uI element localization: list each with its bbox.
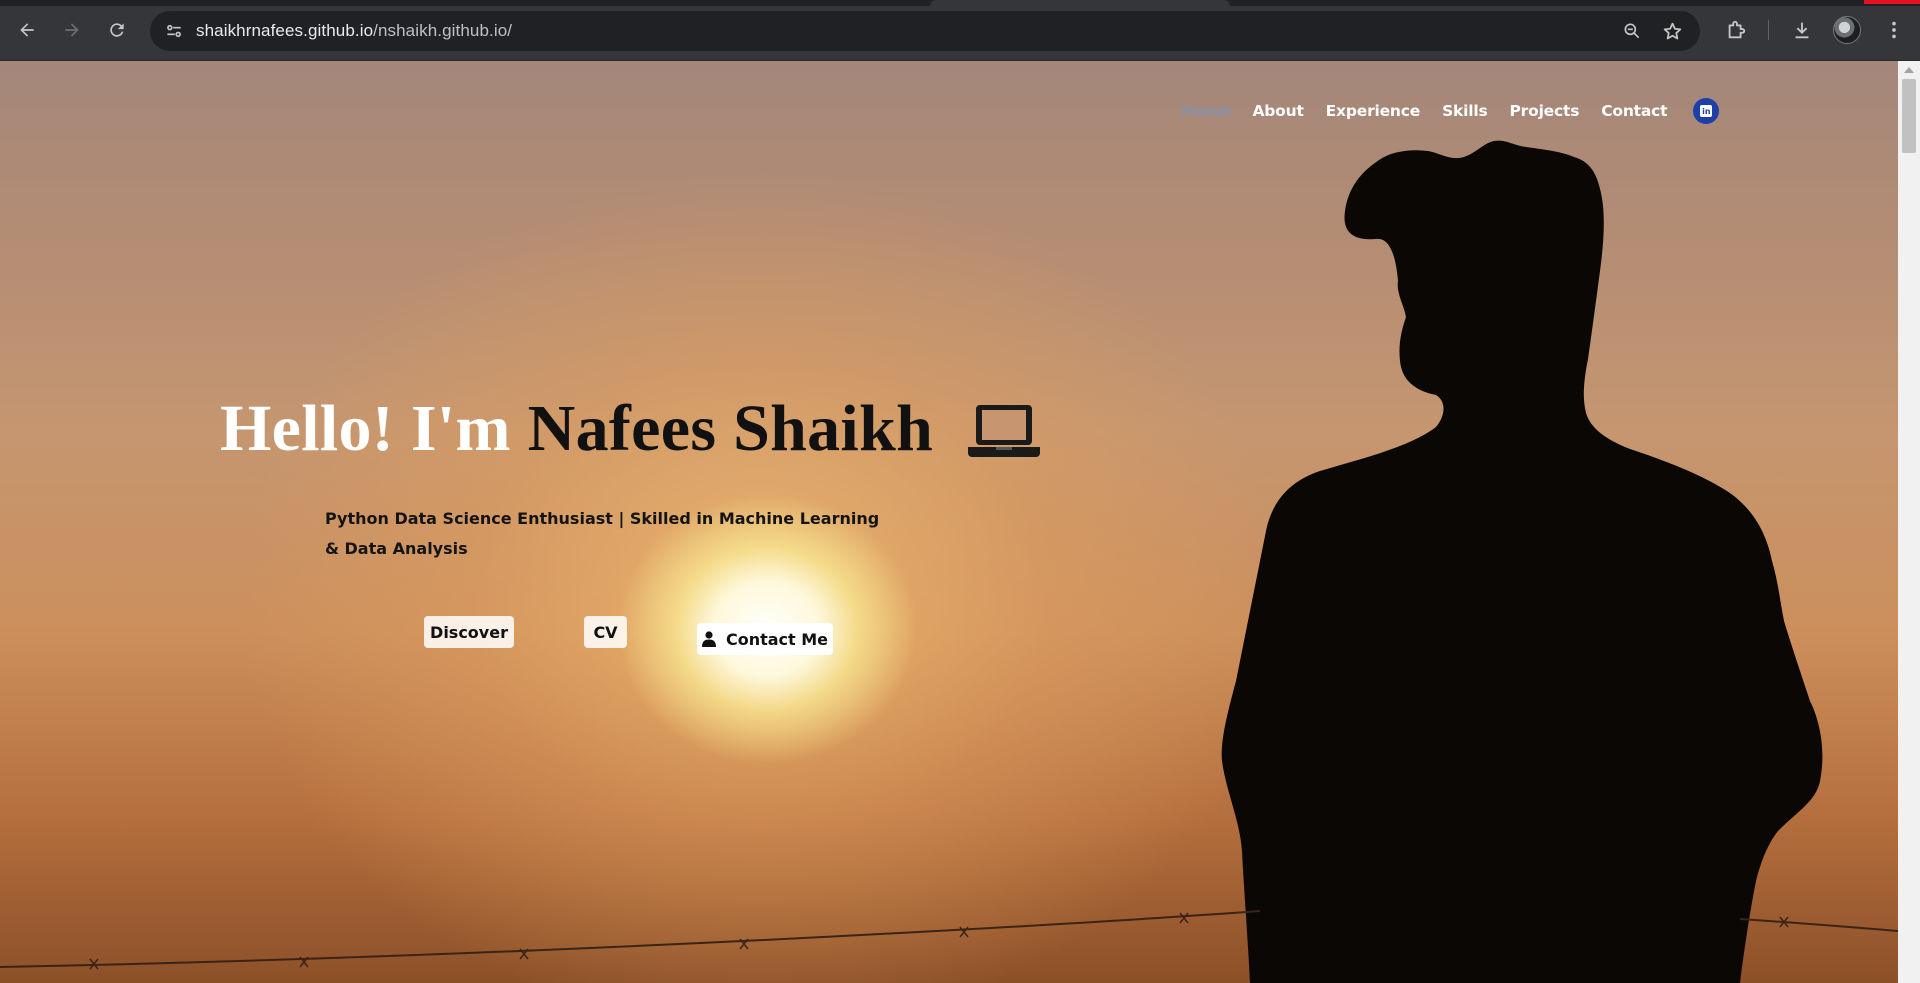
scroll-up-arrow[interactable] (1904, 67, 1914, 73)
reload-icon[interactable] (101, 14, 133, 46)
cv-button[interactable]: CV (584, 616, 627, 648)
page-viewport: Home About Experience Skills Projects Co… (0, 61, 1898, 983)
hero-tagline: Python Data Science Enthusiast | Skilled… (325, 509, 880, 558)
nav-skills[interactable]: Skills (1442, 102, 1488, 120)
address-bar[interactable]: shaikhrnafees.github.io/nshaikh.github.i… (150, 11, 1700, 51)
site-info-icon[interactable] (162, 19, 186, 43)
hero-name: Nafees Shaikh (527, 392, 934, 465)
window-close-edge (1864, 0, 1920, 4)
forward-icon[interactable] (56, 14, 88, 46)
zoom-icon[interactable] (1620, 19, 1644, 43)
nav-projects[interactable]: Projects (1510, 102, 1580, 120)
bookmark-star-icon[interactable] (1660, 19, 1684, 43)
toolbar-divider (1768, 20, 1769, 40)
active-tab-edge (930, 0, 1230, 6)
hero-background-silhouette (1221, 140, 1823, 983)
download-icon[interactable] (1787, 15, 1817, 45)
scrollbar-thumb[interactable] (1902, 79, 1916, 153)
profile-avatar[interactable] (1833, 16, 1861, 44)
person-icon (701, 631, 716, 647)
discover-button[interactable]: Discover (424, 616, 514, 648)
page-scrollbar[interactable] (1898, 61, 1920, 983)
nav-home[interactable]: Home (1181, 102, 1231, 120)
menu-icon[interactable] (1879, 15, 1909, 45)
hero-heading: Hello! I'm Nafees Shaikh (220, 391, 933, 467)
extensions-icon[interactable] (1721, 15, 1751, 45)
back-icon[interactable] (11, 14, 43, 46)
url-text[interactable]: shaikhrnafees.github.io/nshaikh.github.i… (196, 21, 512, 41)
linkedin-icon[interactable]: in (1693, 98, 1720, 124)
contact-me-label: Contact Me (725, 629, 829, 649)
url-host: shaikhrnafees.github.io (196, 21, 374, 40)
hero-greeting: Hello! I'm (220, 392, 511, 465)
site-nav: Home About Experience Skills Projects Co… (1181, 98, 1720, 124)
nav-about[interactable]: About (1252, 102, 1303, 120)
nav-contact[interactable]: Contact (1601, 102, 1667, 120)
url-path: /nshaikh.github.io/ (373, 21, 513, 40)
tab-strip (0, 0, 1920, 6)
contact-me-button[interactable]: Contact Me (697, 623, 833, 655)
nav-experience[interactable]: Experience (1326, 102, 1421, 120)
laptop-icon (968, 405, 1040, 457)
browser-toolbar: shaikhrnafees.github.io/nshaikh.github.i… (0, 0, 1920, 61)
